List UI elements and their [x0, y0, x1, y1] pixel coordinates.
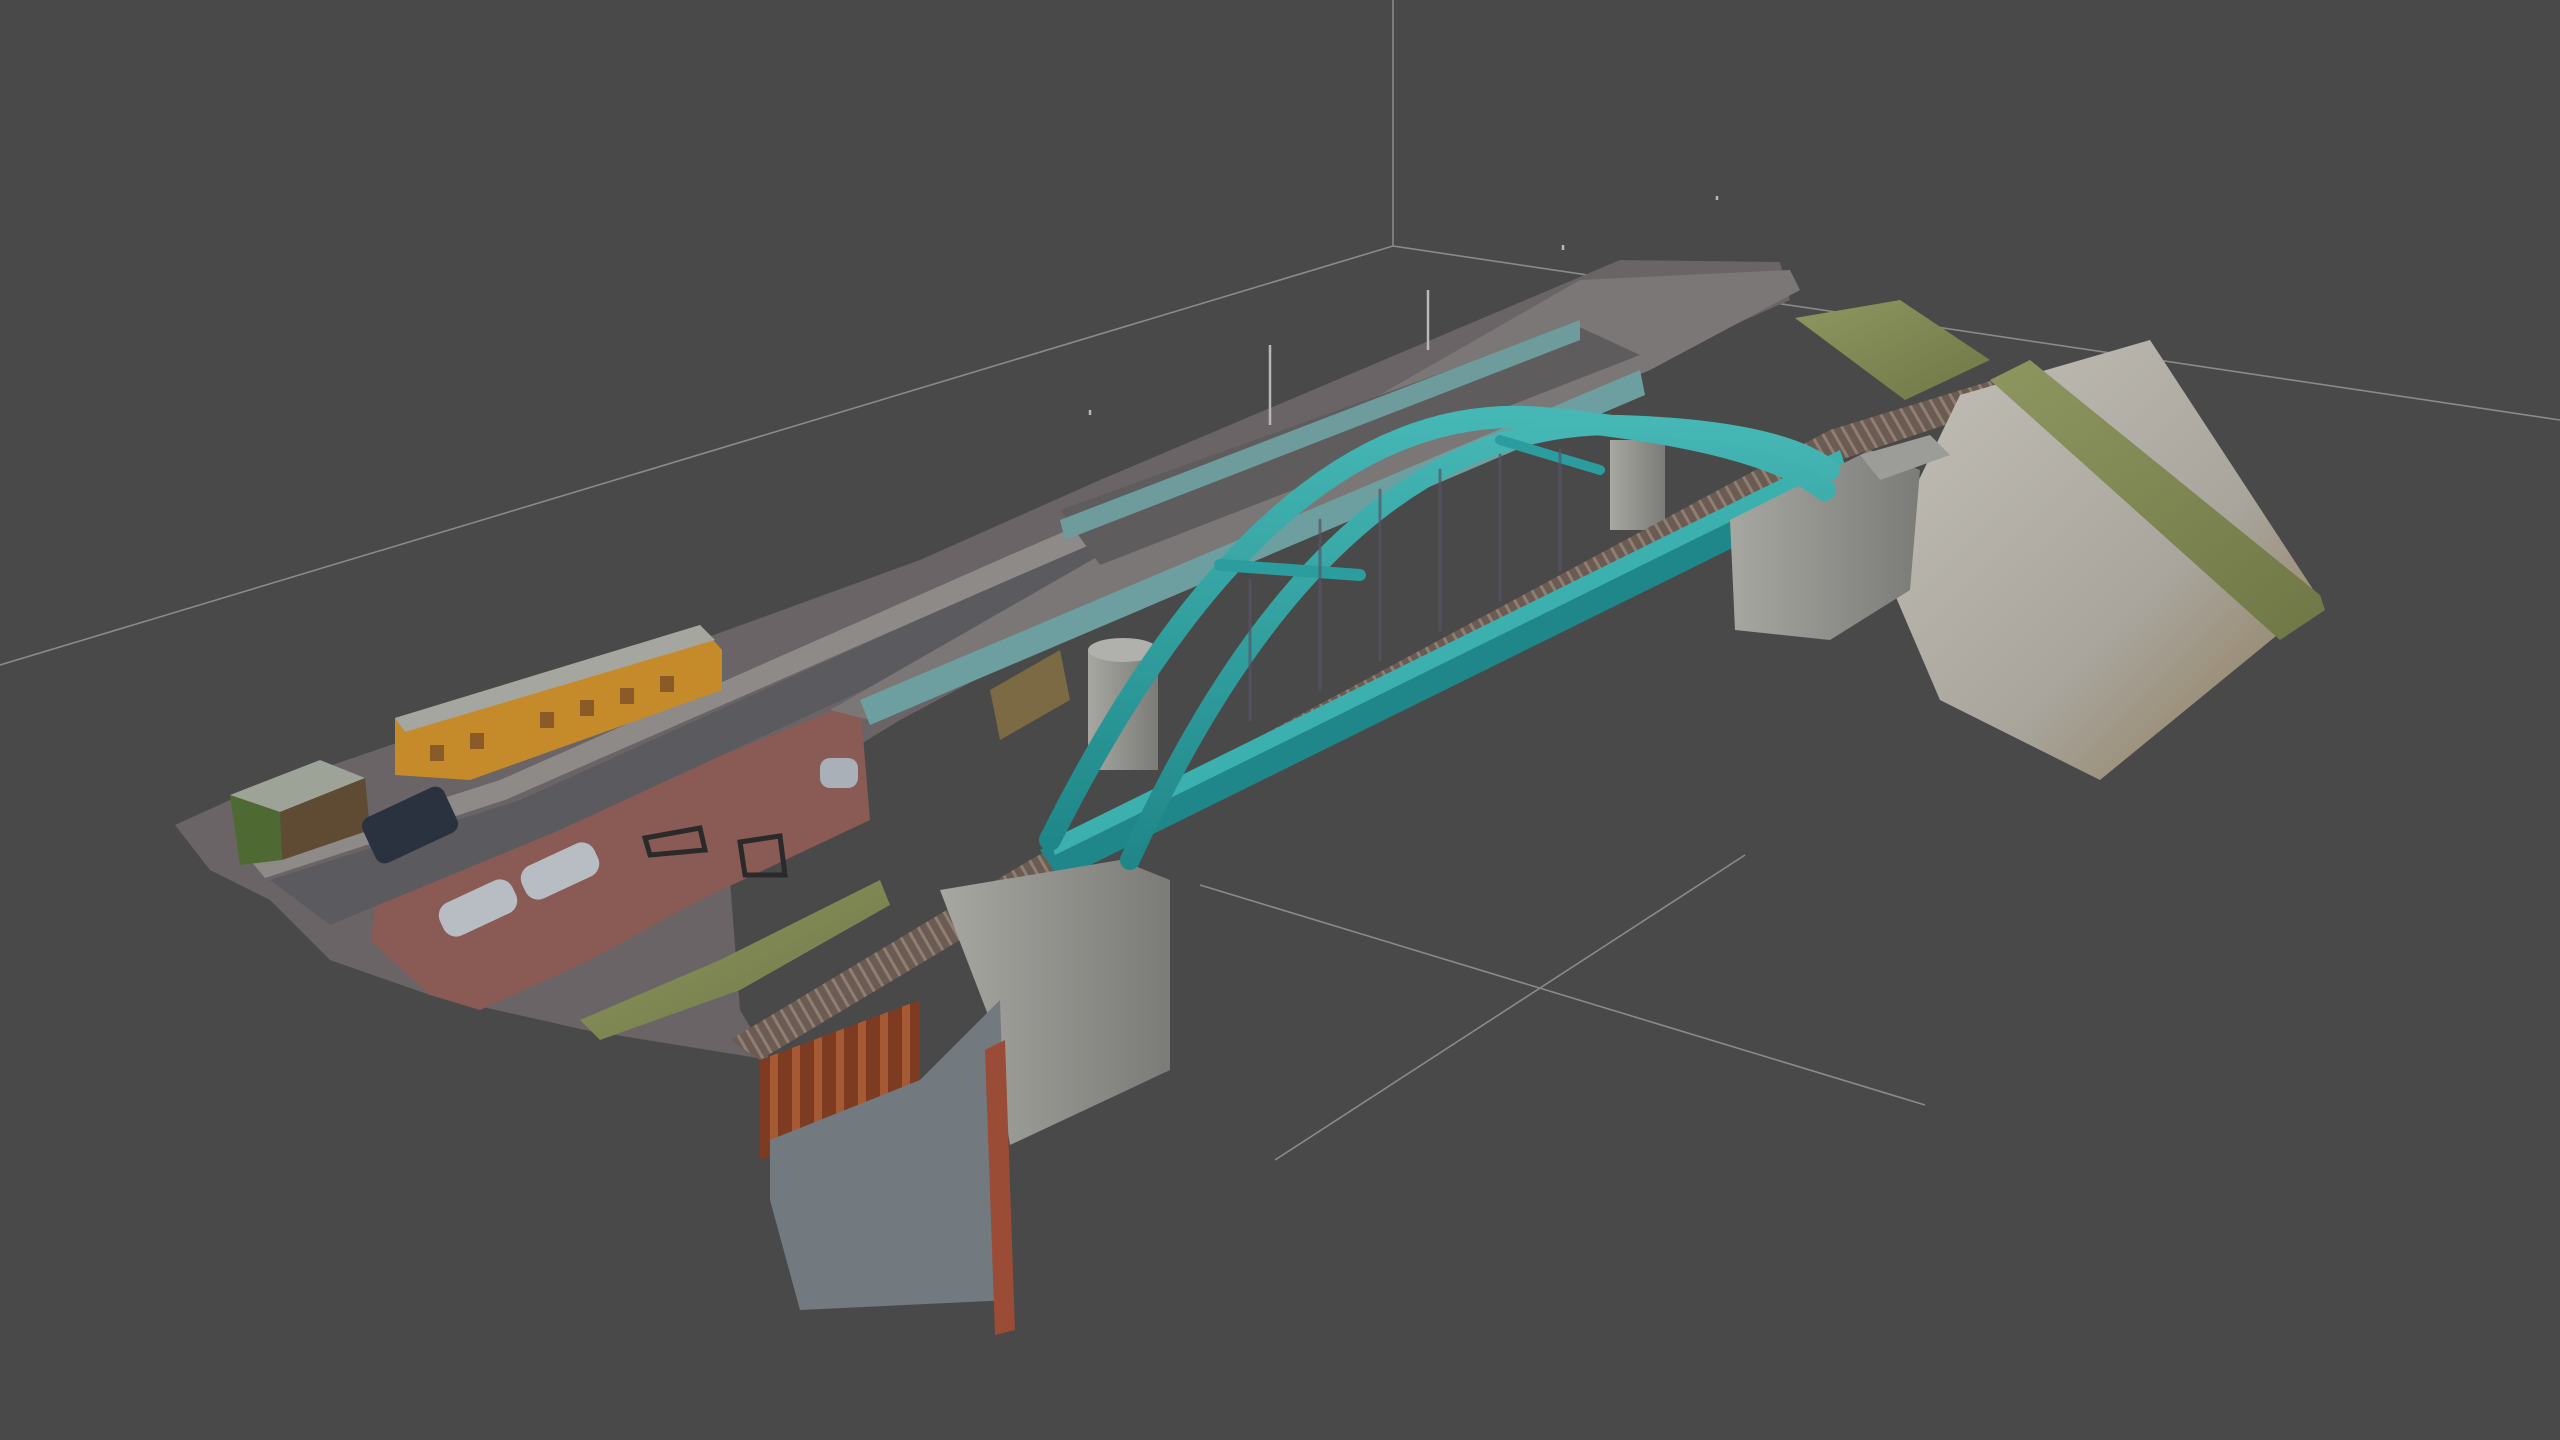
- road-bridge: [830, 270, 1800, 770]
- car-small: [820, 758, 858, 788]
- 3d-viewport[interactable]: [0, 0, 2560, 1440]
- scene-canvas[interactable]: [0, 0, 2560, 1440]
